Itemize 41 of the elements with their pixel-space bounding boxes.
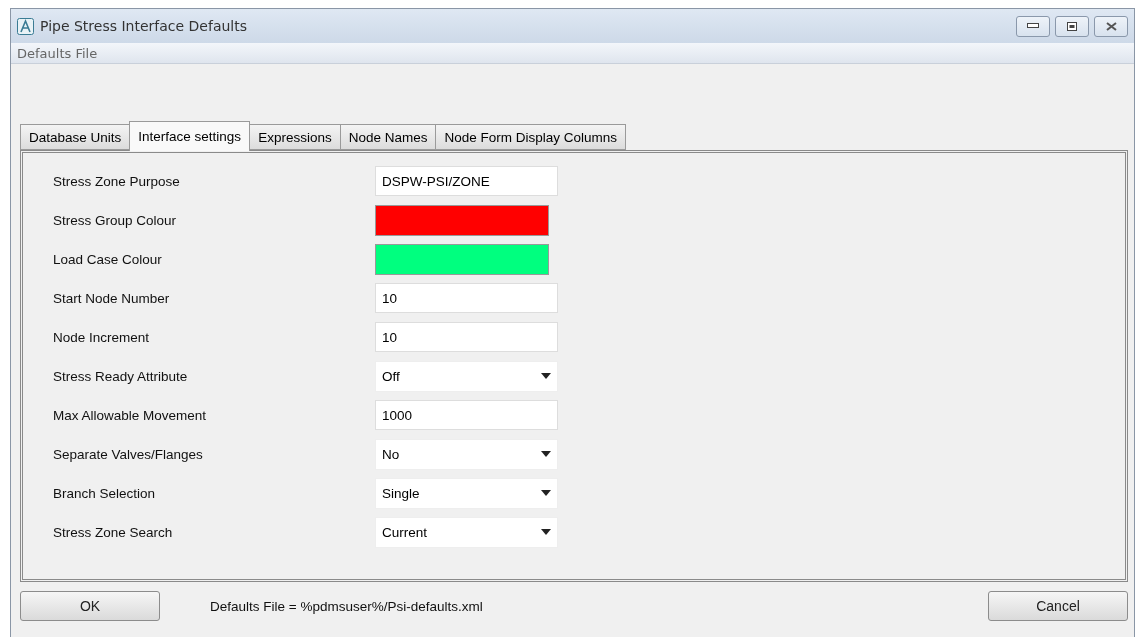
field-label: Stress Zone Search	[53, 524, 174, 540]
window-title: Pipe Stress Interface Defaults	[40, 18, 248, 34]
caret-icon	[541, 490, 551, 496]
dropdown[interactable]: Off	[375, 360, 558, 392]
field-label: Stress Zone Purpose	[53, 173, 181, 189]
tab[interactable]: Database Units	[20, 124, 131, 150]
dropdown[interactable]: Single	[375, 477, 558, 509]
caret-icon	[541, 373, 551, 379]
field-label: Node Increment	[53, 329, 151, 345]
field-label: Stress Group Colour	[53, 212, 178, 228]
status-text: Defaults File = %pdmsuser%/Psi-defaults.xml	[210, 598, 483, 614]
minimize-button[interactable]	[1016, 15, 1050, 37]
maximize-button[interactable]	[1055, 15, 1089, 37]
menu-item[interactable]: Defaults File	[17, 45, 98, 61]
dropdown[interactable]: Current	[375, 516, 558, 548]
ok-button[interactable]: OK	[20, 591, 160, 621]
tab[interactable]: Interface settings	[129, 121, 251, 151]
field-label: Max Allowable Movement	[53, 407, 208, 423]
caret-icon	[541, 451, 551, 457]
tab[interactable]: Expressions	[249, 124, 341, 150]
caret-icon	[541, 529, 551, 535]
close-button[interactable]	[1094, 15, 1128, 37]
close-icon	[1105, 21, 1117, 31]
text-field[interactable]: 1000	[375, 400, 558, 430]
text-field[interactable]: 10	[375, 283, 558, 313]
field-label: Separate Valves/Flanges	[53, 446, 204, 462]
text-field[interactable]: 10	[375, 322, 558, 352]
text-field[interactable]: DSPW-PSI/ZONE	[375, 166, 558, 196]
tab[interactable]: Node Names	[339, 124, 437, 150]
tab[interactable]: Node Form Display Columns	[435, 124, 627, 150]
maximize-icon	[1067, 21, 1077, 31]
minimize-icon	[1027, 23, 1039, 29]
field-label: Load Case Colour	[53, 251, 163, 267]
dropdown[interactable]: No	[375, 438, 558, 470]
app-logo-icon	[17, 17, 34, 35]
colour-swatch[interactable]	[375, 204, 549, 236]
field-label: Stress Ready Attribute	[53, 368, 189, 384]
colour-swatch[interactable]	[375, 243, 549, 275]
field-label: Start Node Number	[53, 290, 171, 306]
cancel-button[interactable]: Cancel	[988, 591, 1128, 621]
field-label: Branch Selection	[53, 485, 157, 501]
